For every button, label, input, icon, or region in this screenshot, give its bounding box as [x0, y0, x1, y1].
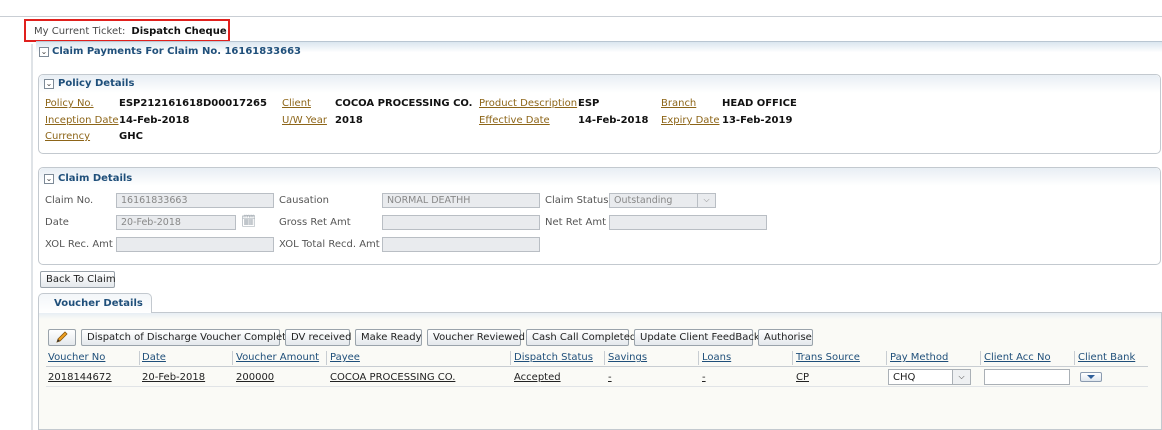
pencil-icon: [56, 331, 68, 343]
claim-no-label: Claim No.: [45, 195, 94, 206]
top-divider: [0, 16, 1162, 17]
collapse-icon[interactable]: ⌄: [44, 79, 54, 89]
claim-status-select[interactable]: Outstanding ⌵: [609, 193, 716, 208]
effective-date-value: 14-Feb-2018: [578, 115, 649, 126]
collapse-icon[interactable]: ⌄: [39, 47, 49, 57]
inception-date-label[interactable]: Inception Date: [45, 115, 119, 126]
client-label[interactable]: Client: [282, 98, 311, 109]
date-field[interactable]: 20-Feb-2018: [116, 215, 236, 230]
client-acc-no-input[interactable]: [984, 369, 1070, 385]
branch-value: HEAD OFFICE: [722, 98, 797, 109]
current-ticket-value: Dispatch Cheque: [131, 26, 227, 37]
current-ticket-box: My Current Ticket: Dispatch Cheque: [24, 19, 230, 42]
client-bank-lov-button[interactable]: [1080, 372, 1102, 382]
col-voucher-amount[interactable]: Voucher Amount: [236, 352, 319, 363]
collapse-icon[interactable]: ⌄: [44, 174, 54, 184]
tab-voucher-details[interactable]: Voucher Details: [38, 293, 152, 313]
edit-button[interactable]: [48, 329, 76, 346]
back-to-claim-button[interactable]: Back To Claim: [40, 271, 116, 288]
authorise-button[interactable]: Authorise: [758, 329, 813, 346]
causation-field[interactable]: NORMAL DEATHH: [382, 193, 540, 208]
col-client-bank[interactable]: Client Bank: [1078, 352, 1135, 363]
causation-label: Causation: [279, 195, 329, 206]
dropdown-arrow-icon: [1087, 375, 1095, 379]
cell-date[interactable]: 20-Feb-2018: [142, 372, 205, 383]
client-value: COCOA PROCESSING CO.: [335, 98, 473, 109]
branch-label[interactable]: Branch: [661, 98, 696, 109]
effective-date-label[interactable]: Effective Date: [479, 115, 550, 126]
product-description-label[interactable]: Product Description: [479, 98, 577, 109]
expiry-date-label[interactable]: Expiry Date: [661, 115, 719, 126]
gross-ret-amt-label: Gross Ret Amt: [279, 217, 351, 228]
date-label: Date: [45, 217, 69, 228]
cell-voucher-amount[interactable]: 200000: [236, 372, 274, 383]
cell-loans[interactable]: -: [702, 372, 706, 383]
pay-method-value: CHQ: [893, 372, 916, 383]
cash-call-completed-button[interactable]: Cash Call Completed: [526, 329, 636, 346]
policy-details-header: ⌄ Policy Details: [39, 75, 1160, 93]
expiry-date-value: 13-Feb-2019: [722, 115, 793, 126]
cell-trans-source[interactable]: CP: [796, 372, 809, 383]
current-ticket-label: My Current Ticket:: [34, 26, 126, 37]
col-loans[interactable]: Loans: [702, 352, 731, 363]
policy-no-label[interactable]: Policy No.: [45, 98, 94, 109]
net-ret-amt-label: Net Ret Amt: [545, 217, 606, 228]
claim-no-field[interactable]: 16161833663: [116, 193, 274, 208]
col-voucher-no[interactable]: Voucher No: [48, 352, 105, 363]
uw-year-label[interactable]: U/W Year: [282, 115, 327, 126]
pay-method-select[interactable]: CHQ ⌵: [888, 369, 971, 385]
claim-details-header: ⌄ Claim Details: [39, 168, 1160, 186]
cell-voucher-no[interactable]: 2018144672: [48, 372, 112, 383]
policy-details-panel: ⌄ Policy Details: [38, 74, 1161, 154]
dv-received-button[interactable]: DV received: [285, 329, 351, 346]
make-ready-button[interactable]: Make Ready: [355, 329, 422, 346]
dispatch-discharge-voucher-completed-button[interactable]: Dispatch of Discharge Voucher Completed: [81, 329, 299, 346]
col-payee[interactable]: Payee: [330, 352, 360, 363]
currency-value: GHC: [119, 131, 143, 142]
policy-no-value: ESP212161618D00017265: [119, 98, 267, 109]
currency-label[interactable]: Currency: [45, 131, 90, 142]
policy-details-title: Policy Details: [58, 78, 135, 89]
cell-dispatch-status[interactable]: Accepted: [514, 372, 561, 383]
xol-total-recd-amt-field[interactable]: [382, 237, 540, 252]
xol-rec-amt-label: XOL Rec. Amt: [45, 239, 113, 250]
claim-payments-title: Claim Payments For Claim No. 16161833663: [52, 46, 302, 57]
voucher-reviewed-button[interactable]: Voucher Reviewed: [427, 329, 525, 346]
col-date[interactable]: Date: [142, 352, 166, 363]
claim-status-value: Outstanding: [614, 195, 673, 206]
chevron-down-icon[interactable]: ⌵: [952, 370, 970, 384]
xol-total-recd-amt-label: XOL Total Recd. Amt: [279, 239, 380, 250]
claim-details-title: Claim Details: [58, 173, 133, 184]
chevron-down-icon[interactable]: ⌵: [697, 194, 715, 207]
col-pay-method[interactable]: Pay Method: [890, 352, 948, 363]
col-savings[interactable]: Savings: [608, 352, 647, 363]
col-trans-source[interactable]: Trans Source: [796, 352, 860, 363]
gross-ret-amt-field[interactable]: [382, 215, 540, 230]
update-client-feedback-button[interactable]: Update Client FeedBack: [634, 329, 760, 346]
left-rail: [31, 44, 33, 430]
net-ret-amt-field[interactable]: [609, 215, 767, 230]
product-description-value: ESP: [578, 98, 600, 109]
col-dispatch-status[interactable]: Dispatch Status: [514, 352, 593, 363]
claim-status-label: Claim Status: [545, 195, 609, 206]
col-client-acc-no[interactable]: Client Acc No: [984, 352, 1051, 363]
claim-payments-header: ⌄ Claim Payments For Claim No. 161618336…: [36, 41, 1162, 61]
cell-payee[interactable]: COCOA PROCESSING CO.: [330, 372, 455, 383]
tab-voucher-details-label: Voucher Details: [54, 298, 143, 309]
calendar-icon[interactable]: 🗓: [241, 214, 256, 228]
inception-date-value: 14-Feb-2018: [119, 115, 190, 126]
xol-rec-amt-field[interactable]: [116, 237, 274, 252]
cell-savings[interactable]: -: [608, 372, 612, 383]
uw-year-value: 2018: [335, 115, 363, 126]
